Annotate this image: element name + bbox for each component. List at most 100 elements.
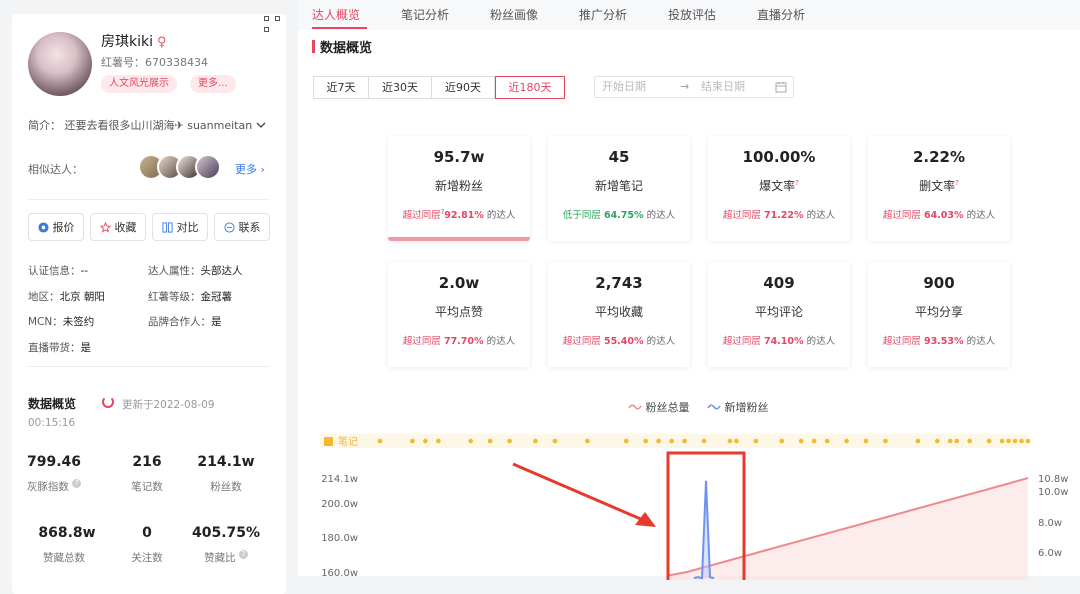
metric-card-new-notes[interactable]: 45 新增笔记 低于同层 64.75% 的达人 (548, 136, 690, 241)
note-dot[interactable] (934, 438, 940, 444)
note-dot[interactable] (643, 438, 648, 444)
metric-card-avg-likes[interactable]: 2.0w 平均点赞 超过同层 77.70% 的达人 (388, 262, 530, 367)
tab-promotion[interactable]: 推广分析 (579, 6, 627, 23)
metric-card-avg-collects[interactable]: 2,743 平均收藏 超过同层 55.40% 的达人 (548, 262, 690, 367)
level-label: 红薯等级： (148, 291, 201, 303)
note-dot[interactable] (986, 438, 992, 444)
legend-new-fans[interactable]: 新增粉丝 (707, 399, 769, 415)
y-right-tick-label: 10.0w (1038, 487, 1068, 498)
stat-value: 405.75% (191, 525, 261, 541)
metric-card-delete-rate[interactable]: 2.22% 删文率? 超过同层 64.03% 的达人 (868, 136, 1010, 241)
note-dot[interactable] (967, 438, 972, 444)
help-icon[interactable]: ? (72, 479, 82, 488)
compare-relation: 超过同层 (722, 336, 761, 347)
tab-fans[interactable]: 粉丝画像 (490, 6, 538, 23)
tab-notes[interactable]: 笔记分析 (401, 6, 449, 23)
new-fans-line (693, 480, 715, 580)
profile-intro[interactable]: 简介： 还要去看很多山川湖海✈ suanmeitan (28, 117, 266, 133)
help-icon[interactable]: ? (955, 179, 959, 187)
help-icon[interactable]: ? (238, 550, 248, 559)
note-dot[interactable] (436, 438, 441, 444)
note-dot[interactable] (727, 438, 733, 444)
note-dot[interactable] (1019, 438, 1024, 444)
note-dot[interactable] (585, 438, 590, 444)
start-date-input[interactable]: 开始日期 (602, 77, 646, 97)
main-panel: 达人概览 笔记分析 粉丝画像 推广分析 投放评估 直播分析 数据概览 近7天 近… (298, 0, 1080, 580)
similar-more-label: 更多 (235, 163, 257, 176)
contact-button[interactable]: 联系 (214, 213, 270, 241)
chevron-down-icon[interactable] (256, 121, 266, 129)
note-dot[interactable] (824, 438, 830, 444)
tag-more[interactable]: 更多... (190, 75, 236, 93)
note-dot[interactable] (844, 438, 849, 444)
note-dot[interactable] (1012, 438, 1018, 444)
note-dot[interactable] (669, 438, 674, 444)
qrcode-icon[interactable] (264, 16, 280, 32)
tab-live[interactable]: 直播分析 (757, 6, 805, 23)
quote-label: 报价 (52, 221, 75, 234)
updated-date: 更新于2022-08-09 (122, 399, 215, 411)
similar-avatar[interactable] (195, 154, 221, 180)
note-dot[interactable] (915, 438, 921, 444)
metric-card-hit-rate[interactable]: 100.00% 爆文率? 超过同层 71.22% 的达人 (708, 136, 850, 241)
quote-icon (37, 221, 49, 233)
tab-evaluation[interactable]: 投放评估 (668, 6, 716, 23)
end-date-input[interactable]: 结束日期 (701, 77, 745, 97)
note-dot[interactable] (623, 438, 629, 444)
range-90d[interactable]: 近90天 (431, 76, 495, 99)
note-dot[interactable] (468, 438, 474, 444)
note-dot[interactable] (811, 438, 817, 444)
metric-card-avg-shares[interactable]: 900 平均分享 超过同层 93.53% 的达人 (868, 262, 1010, 367)
avatar (28, 32, 92, 96)
metric-card-new-fans[interactable]: 95.7w 新增粉丝 超过同层?92.81% 的达人 (388, 136, 530, 241)
note-dot[interactable] (947, 438, 953, 444)
note-dot[interactable] (883, 438, 888, 444)
card-label: 爆文率? (708, 177, 850, 194)
similar-more-link[interactable]: 更多 › (235, 161, 265, 177)
note-dot[interactable] (1025, 438, 1031, 444)
fans-trend-chart[interactable]: 笔记 214.1w 200.0w 180.0w 160.0w 10.8w 10.0w 8.… (298, 420, 1080, 580)
range-30d[interactable]: 近30天 (368, 76, 432, 99)
note-dot[interactable] (682, 438, 687, 444)
quote-button[interactable]: 报价 (28, 213, 84, 241)
note-dot[interactable] (552, 438, 558, 444)
help-icon[interactable]: ? (795, 179, 799, 187)
attr-label: 达人属性： (148, 265, 201, 277)
stat-label: 笔记数 (131, 481, 163, 493)
note-dot[interactable] (423, 438, 428, 444)
card-value: 409 (763, 274, 795, 292)
tag-category[interactable]: 人文风光展示 (101, 75, 177, 93)
note-dot[interactable] (999, 438, 1005, 444)
favorite-button[interactable]: 收藏 (90, 213, 146, 241)
range-180d[interactable]: 近180天 (495, 76, 565, 99)
metric-card-avg-comments[interactable]: 409 平均评论 超过同层 74.10% 的达人 (708, 262, 850, 367)
note-dot[interactable] (410, 438, 415, 444)
refresh-icon[interactable] (102, 396, 114, 408)
card-label: 平均收藏 (594, 305, 643, 319)
card-value: 900 (923, 274, 955, 292)
range-7d[interactable]: 近7天 (313, 76, 369, 99)
compare-button[interactable]: 对比 (152, 213, 208, 241)
note-dot[interactable] (863, 438, 869, 444)
tab-overview[interactable]: 达人概览 (312, 6, 360, 23)
note-dot[interactable] (487, 438, 493, 444)
note-dot[interactable] (1006, 438, 1011, 444)
note-dot[interactable] (954, 438, 960, 444)
note-dot[interactable] (753, 438, 759, 444)
note-dot[interactable] (533, 438, 538, 444)
date-range-picker[interactable]: 开始日期 → 结束日期 (594, 76, 794, 98)
note-dot[interactable] (798, 438, 804, 444)
note-dot[interactable] (507, 438, 512, 444)
calendar-icon[interactable] (775, 81, 787, 93)
legend-label: 粉丝总量 (645, 401, 690, 414)
legend-total-fans[interactable]: 粉丝总量 (628, 399, 690, 415)
note-dot[interactable] (377, 438, 383, 444)
female-icon: ♀ (157, 35, 167, 50)
compare-suffix: 的达人 (646, 336, 676, 347)
card-label: 平均分享 (914, 305, 963, 319)
compare-suffix: 的达人 (806, 210, 836, 221)
note-dot[interactable] (734, 438, 739, 444)
note-dot[interactable] (656, 438, 661, 444)
note-dot[interactable] (701, 438, 707, 444)
note-dot[interactable] (779, 438, 785, 444)
